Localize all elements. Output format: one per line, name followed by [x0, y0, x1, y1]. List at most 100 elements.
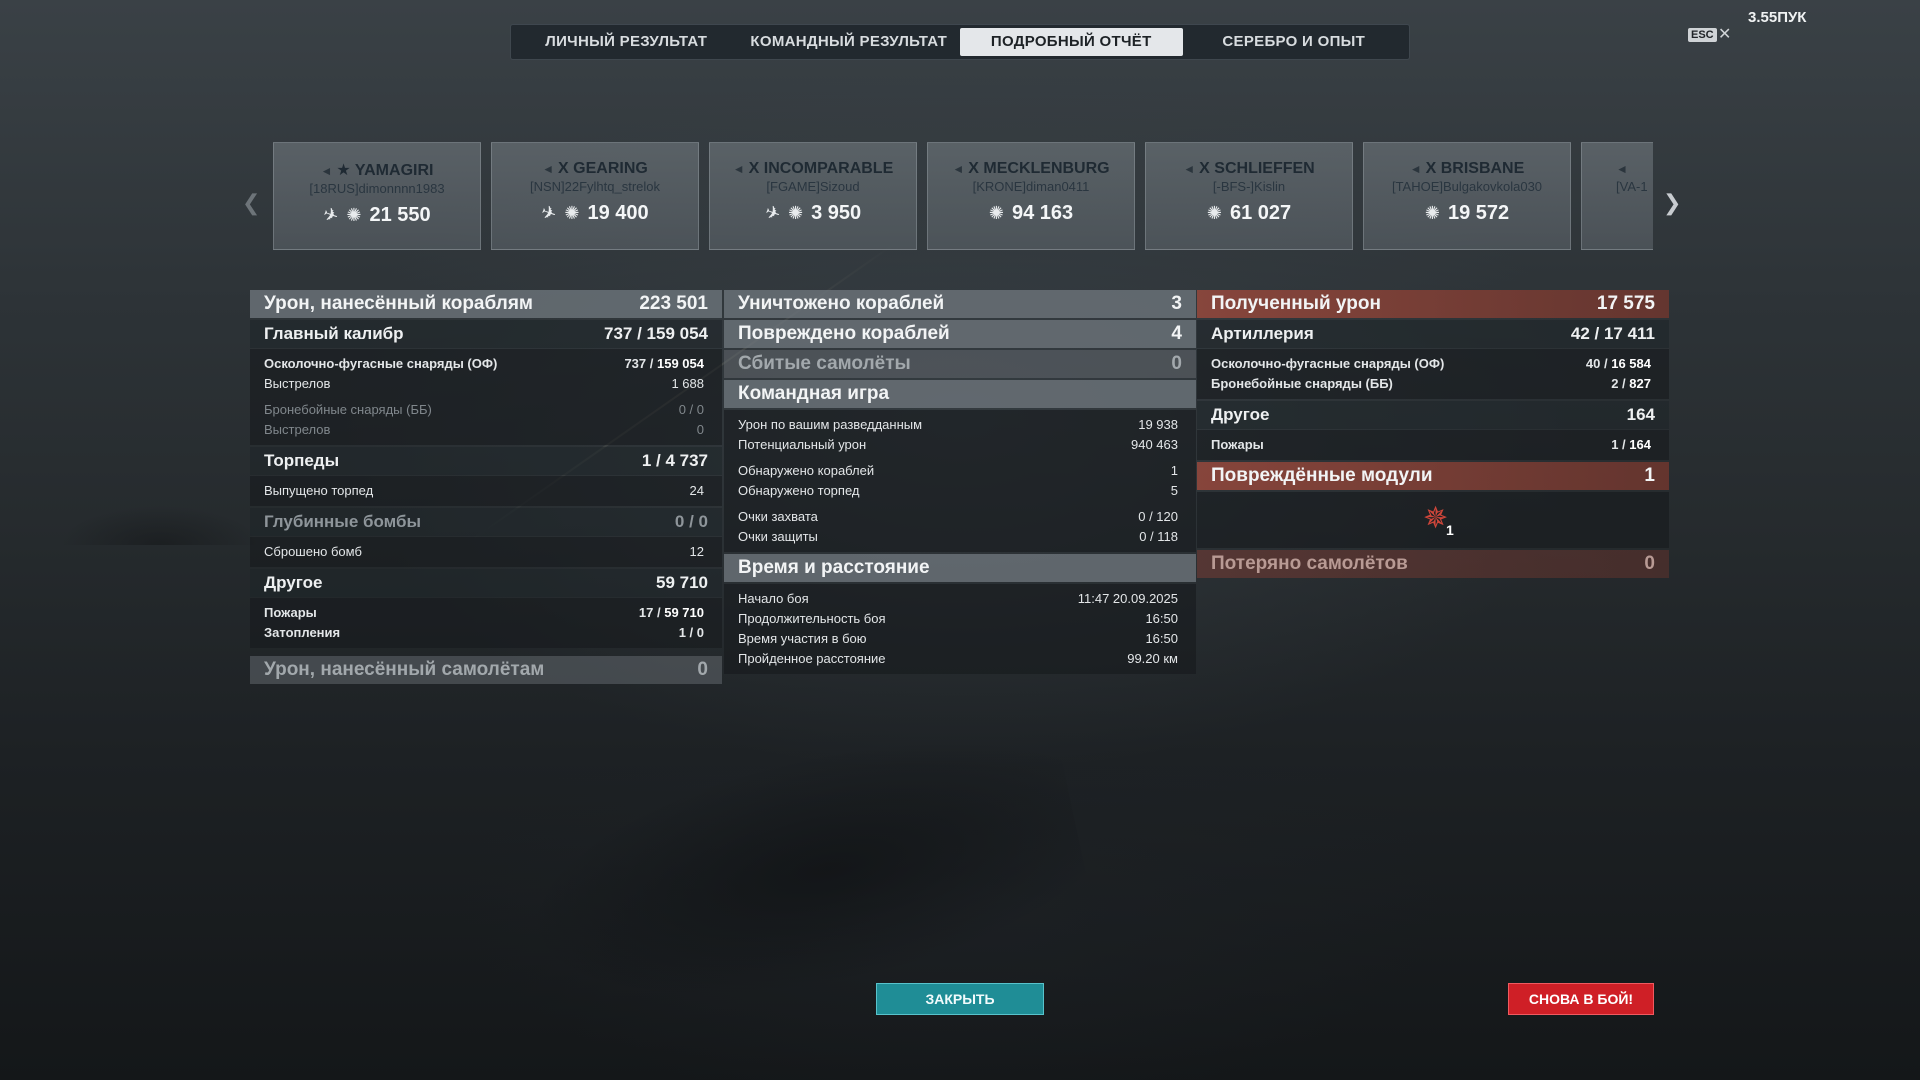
battle-duration-row: Продолжительность боя 16:50 — [738, 611, 1178, 626]
ship-player: [VA-1 — [1616, 179, 1648, 194]
damaged-modules-header: Повреждённые модули 1 — [1197, 462, 1669, 490]
ship-player: [-BFS-]Kislin — [1212, 179, 1286, 194]
ship-damage: 19 400 — [587, 202, 649, 224]
esc-key-hint: ESC — [1688, 28, 1717, 42]
spotted-ships-row: Обнаружено кораблей 1 — [738, 463, 1178, 478]
other-damage-row: Другое 59 710 — [250, 569, 722, 597]
damage-icon: ✺ — [564, 203, 580, 223]
clock: 3.55ПУК — [1748, 9, 1807, 26]
ship-name: ◄ X INCOMPARABLE — [732, 160, 894, 177]
team-play-details: Урон по вашим разведданным 19 938 Потенци… — [724, 410, 1196, 552]
ship-class-icon: ◄ — [732, 162, 745, 176]
received-other-row: Другое 164 — [1197, 401, 1669, 429]
torpedoes-fired-row: Выпущено торпед 24 — [264, 483, 704, 498]
tab-team-result[interactable]: КОМАНДНЫЙ РЕЗУЛЬТАТ — [738, 28, 961, 56]
capture-points-row: Очки захвата 0 / 120 — [738, 509, 1178, 524]
plane-damage-header: Урон, нанесённый самолётам 0 — [250, 656, 722, 684]
ship-class-icon: ◄ — [1183, 162, 1196, 176]
close-icon[interactable]: ✕ — [1718, 24, 1731, 44]
main-caliber-row: Главный калибр 737 / 159 054 — [250, 320, 722, 348]
plane-icon: ✈ — [538, 201, 560, 226]
ship-player: [18RUS]dimonnnn1983 — [309, 181, 445, 196]
received-he-row: Осколочно-фугасные снаряды (ОФ) 40 / 16 5… — [1211, 356, 1651, 371]
background-island — [60, 505, 260, 545]
ship-class-icon: ◄ — [320, 164, 333, 178]
damage-received-header: Полученный урон 17 575 — [1197, 290, 1669, 318]
ship-card[interactable]: ◄ X MECKLENBURG [KRONE]diman0411 ✺ 94 163 — [927, 142, 1135, 250]
he-shells-row: Осколочно-фугасные снаряды (ОФ) 737 / 159… — [264, 356, 704, 371]
defense-points-row: Очки защиты 0 / 118 — [738, 529, 1178, 544]
tab-personal-result[interactable]: ЛИЧНЫЙ РЕЗУЛЬТАТ — [515, 28, 738, 56]
ap-shells-row: Бронебойные снаряды (ББ) 0 / 0 — [264, 402, 704, 417]
tab-detailed-report[interactable]: ПОДРОБНЫЙ ОТЧЁТ — [960, 28, 1183, 56]
spotting-damage-row: Урон по вашим разведданным 19 938 — [738, 417, 1178, 432]
time-distance-details: Начало боя 11:47 20.09.2025 Продолжительн… — [724, 584, 1196, 674]
ship-name: ◄ X BRISBANE — [1409, 160, 1525, 177]
participation-time-row: Время участия в бою 16:50 — [738, 631, 1178, 646]
other-damage-details: Пожары 17 / 59 710 Затопления 1 / 0 — [250, 598, 722, 648]
ship-player: [TAHOE]Bulgakovkola030 — [1391, 179, 1543, 194]
ship-player: [KRONE]diman0411 — [972, 179, 1090, 194]
ap-shots-row: Выстрелов 0 — [264, 422, 704, 437]
steering-gear-icon: ✵ — [1423, 502, 1449, 535]
ship-class-icon: ◄ — [1616, 162, 1628, 176]
fires-row: Пожары 17 / 59 710 — [264, 605, 704, 620]
floods-row: Затопления 1 / 0 — [264, 625, 704, 640]
carousel-prev-icon[interactable]: ❮ — [242, 190, 260, 216]
ship-damage: 94 163 — [1011, 202, 1074, 224]
torpedoes-row: Торпеды 1 / 4 737 — [250, 447, 722, 475]
received-ap-row: Бронебойные снаряды (ББ) 2 / 827 — [1211, 376, 1651, 391]
damaged-modules-block: ✵ 1 — [1197, 492, 1669, 548]
ship-card-partial[interactable]: ◄ [VA-1 — [1581, 142, 1653, 250]
ship-damage: 21 550 — [369, 204, 431, 226]
team-play-header: Командная игра — [724, 380, 1196, 408]
ship-card[interactable]: ◄ X BRISBANE [TAHOE]Bulgakovkola030 ✺ 19 … — [1363, 142, 1571, 250]
damage-icon: ✺ — [1424, 203, 1440, 223]
artillery-row: Артиллерия 42 / 17 411 — [1197, 320, 1669, 348]
battle-start-row: Начало боя 11:47 20.09.2025 — [738, 591, 1178, 606]
received-other-details: Пожары 1 / 164 — [1197, 430, 1669, 460]
battle-stats-column: Уничтожено кораблей 3 Повреждено кораблей… — [724, 290, 1196, 676]
depth-charges-row: Глубинные бомбы 0 / 0 — [250, 508, 722, 536]
damage-dealt-column: Урон, нанесённый кораблям 223 501 Главный… — [250, 290, 722, 686]
ship-player: [FGAME]Sizoud — [766, 179, 860, 194]
damage-icon: ✺ — [988, 203, 1004, 223]
ships-damaged-header: Повреждено кораблей 4 — [724, 320, 1196, 348]
damage-icon: ✺ — [787, 203, 804, 223]
ship-class-icon: ◄ — [952, 162, 965, 176]
time-distance-header: Время и расстояние — [724, 554, 1196, 582]
ship-class-icon: ◄ — [542, 162, 555, 176]
depth-charges-details: Сброшено бомб 12 — [250, 537, 722, 567]
spotted-torpedoes-row: Обнаружено торпед 5 — [738, 483, 1178, 498]
ship-card[interactable]: ◄ X INCOMPARABLE [FGAME]Sizoud ✈ ✺ 3 950 — [709, 142, 917, 250]
ship-damage: 3 950 — [811, 202, 862, 224]
he-shots-row: Выстрелов 1 688 — [264, 376, 704, 391]
main-caliber-details: Осколочно-фугасные снаряды (ОФ) 737 / 159… — [250, 349, 722, 445]
damage-received-column: Полученный урон 17 575 Артиллерия 42 / 17 … — [1197, 290, 1669, 580]
damage-icon: ✺ — [346, 205, 362, 225]
battle-again-button[interactable]: СНОВА В БОЙ! — [1508, 983, 1654, 1015]
plane-icon: ✈ — [762, 201, 784, 226]
close-button[interactable]: ЗАКРЫТЬ — [876, 983, 1044, 1015]
potential-damage-row: Потенциальный урон 940 463 — [738, 437, 1178, 452]
ship-card[interactable]: ◄ X GEARING [NSN]22Fylhtq_strelok ✈ ✺ 19 … — [491, 142, 699, 250]
ship-name: ◄ X MECKLENBURG — [952, 160, 1110, 177]
ship-name: ◄ X SCHLIEFFEN — [1183, 160, 1315, 177]
tab-silver-experience[interactable]: СЕРЕБРО И ОПЫТ — [1183, 28, 1406, 56]
carousel-next-icon[interactable]: ❯ — [1663, 190, 1681, 216]
bombs-dropped-row: Сброшено бомб 12 — [264, 544, 704, 559]
ship-carousel: ◄ ★ YAMAGIRI [18RUS]dimonnnn1983 ✈ ✺ 21 5… — [273, 142, 1653, 250]
artillery-details: Осколочно-фугасные снаряды (ОФ) 40 / 16 5… — [1197, 349, 1669, 399]
torpedoes-details: Выпущено торпед 24 — [250, 476, 722, 506]
received-fires-row: Пожары 1 / 164 — [1211, 437, 1651, 452]
ship-card[interactable]: ◄ X SCHLIEFFEN [-BFS-]Kislin ✺ 61 027 — [1145, 142, 1353, 250]
ship-card[interactable]: ◄ ★ YAMAGIRI [18RUS]dimonnnn1983 ✈ ✺ 21 5… — [273, 142, 481, 250]
ship-name: ◄ — [1616, 160, 1653, 178]
module-damage-count: 1 — [1446, 522, 1454, 538]
planes-shot-header: Сбитые самолёты 0 — [724, 350, 1196, 378]
ship-class-icon: ◄ — [1409, 162, 1422, 176]
ship-damage-header: Урон, нанесённый кораблям 223 501 — [250, 290, 722, 318]
damage-icon: ✺ — [1206, 203, 1222, 223]
ship-damage: 61 027 — [1229, 202, 1292, 224]
ship-name: ◄ X GEARING — [542, 160, 648, 177]
